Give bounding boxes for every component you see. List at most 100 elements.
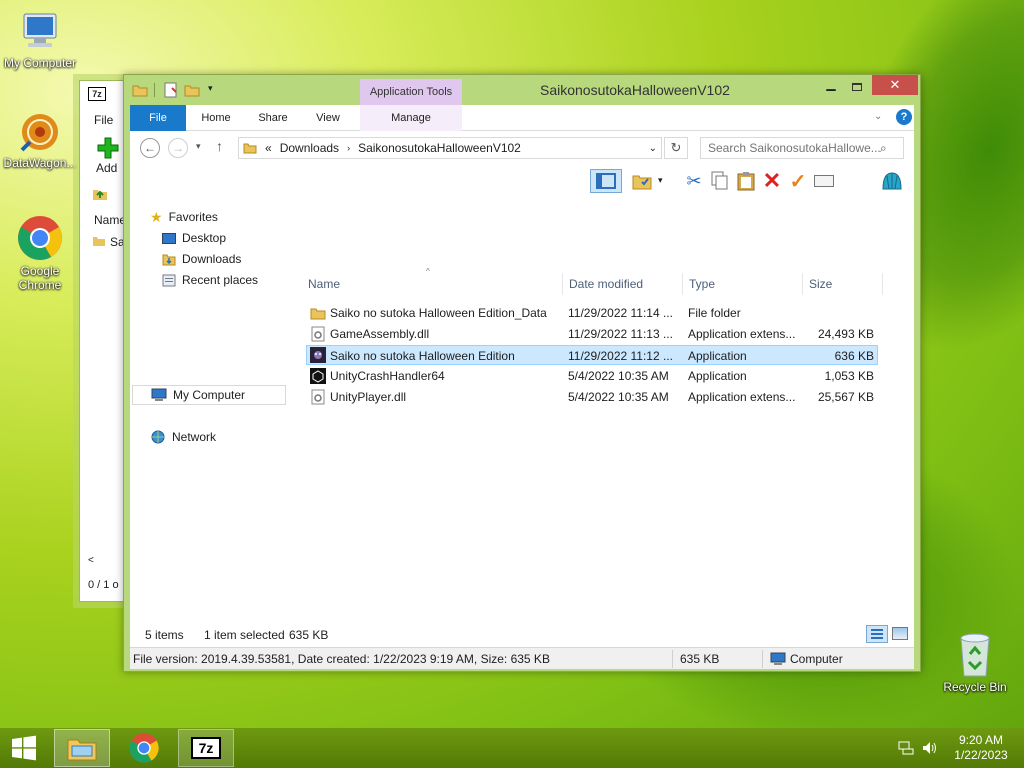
desktop-icon [162, 232, 176, 244]
nav-desktop[interactable]: Desktop [162, 228, 226, 248]
search-icon[interactable]: ⌕ [880, 141, 887, 156]
taskbar-7zip[interactable]: 7z [178, 729, 234, 767]
paste-icon [737, 172, 755, 191]
location-readout: Computer [790, 652, 843, 666]
column-divider [802, 273, 803, 295]
network-tray-icon[interactable] [898, 741, 914, 755]
delete-button[interactable]: ✕ [760, 168, 784, 193]
new-folder-icon[interactable] [184, 83, 200, 97]
file-date: 11/29/2022 11:13 ... [568, 327, 673, 341]
folder-options-button[interactable] [630, 169, 654, 193]
file-row[interactable]: UnityPlayer.dll 5/4/2022 10:35 AM Applic… [306, 387, 878, 407]
status-bar: 5 items 1 item selected 635 KB [130, 623, 914, 647]
recent-places-icon [162, 274, 176, 287]
forward-button[interactable]: → [168, 138, 188, 158]
apply-button[interactable]: ✓ [786, 169, 810, 193]
file-details-bar: File version: 2019.4.39.53581, Date crea… [130, 647, 914, 669]
file-details-text: File version: 2019.4.39.53581, Date crea… [133, 652, 550, 666]
nav-recent-places[interactable]: Recent places [162, 270, 258, 290]
desktop-icon-recycle-bin[interactable]: Recycle Bin [935, 630, 1015, 694]
tab-file[interactable]: File [130, 105, 186, 131]
desktop-icon-datawagon[interactable]: DataWagon... [0, 110, 80, 170]
tab-manage[interactable]: Manage [360, 105, 462, 131]
ribbon-expand-icon[interactable]: ⌄ [874, 111, 882, 122]
search-box[interactable]: ⌕ [700, 137, 904, 159]
minimize-button[interactable]: ▁ [818, 77, 844, 97]
file-date: 11/29/2022 11:14 ... [568, 306, 673, 320]
network-icon [151, 430, 165, 444]
breadcrumb-current[interactable]: SaikonosutokaHalloweenV102 [358, 141, 521, 155]
details-view-button[interactable] [866, 625, 888, 643]
sevenzip-window[interactable]: 7z File Add Name Sa < 0 / 1 o [79, 80, 129, 602]
add-icon[interactable] [97, 137, 119, 159]
volume-tray-icon[interactable] [922, 741, 938, 755]
tab-view[interactable]: View [302, 105, 354, 131]
desktop-icon-google-chrome[interactable]: Google Chrome [0, 214, 80, 292]
file-type: Application extens... [688, 390, 796, 404]
taskbar-chrome[interactable] [116, 729, 172, 767]
copy-button[interactable] [708, 169, 732, 193]
search-input[interactable] [708, 141, 880, 155]
preview-pane-button[interactable] [590, 169, 622, 193]
column-header-name[interactable]: Name [308, 277, 340, 291]
star-icon: ★ [150, 208, 163, 225]
sevenzip-scroll-left[interactable]: < [88, 555, 102, 569]
properties-icon[interactable] [164, 82, 178, 98]
address-overflow[interactable]: « [265, 141, 272, 155]
qat-dropdown-icon[interactable]: ▾ [208, 83, 213, 94]
file-row[interactable]: UnityCrashHandler64 5/4/2022 10:35 AM Ap… [306, 366, 878, 386]
desktop-icon-label: DataWagon... [3, 156, 77, 170]
nav-downloads[interactable]: Downloads [162, 249, 241, 269]
item-count: 5 items [145, 628, 184, 642]
rename-button[interactable] [812, 169, 836, 193]
column-header-date[interactable]: Date modified [569, 277, 643, 291]
desktop-icon-my-computer[interactable]: My Computer [0, 10, 80, 70]
maximize-button[interactable] [844, 77, 870, 97]
clock[interactable]: 9:20 AM 1/22/2023 [948, 733, 1014, 763]
dropdown-icon[interactable]: ▾ [658, 175, 663, 186]
sevenzip-menu-file[interactable]: File [94, 113, 113, 127]
nav-label: Network [172, 430, 217, 444]
address-bar[interactable]: « Downloads › SaikonosutokaHalloweenV102… [238, 137, 662, 159]
file-row-selected[interactable]: Saiko no sutoka Halloween Edition 11/29/… [306, 345, 878, 365]
cut-button[interactable]: ✂ [682, 169, 706, 193]
nav-favorites[interactable]: ★ Favorites [150, 207, 218, 227]
column-divider [562, 273, 563, 295]
start-button[interactable] [0, 729, 48, 767]
address-dropdown-icon[interactable]: ⌄ [649, 143, 657, 154]
copy-icon [711, 171, 728, 190]
tab-home[interactable]: Home [190, 105, 242, 131]
help-icon[interactable]: ? [896, 109, 912, 125]
file-row[interactable]: Saiko no sutoka Halloween Edition_Data 1… [306, 303, 878, 323]
title-bar[interactable]: ▾ Application Tools SaikonosutokaHallowe… [124, 75, 920, 105]
close-button[interactable]: ✕ [872, 75, 918, 95]
file-type: Application [688, 369, 747, 383]
file-row[interactable]: GameAssembly.dll 11/29/2022 11:13 ... Ap… [306, 324, 878, 344]
file-name: Saiko no sutoka Halloween Edition_Data [330, 306, 547, 320]
large-icons-view-button[interactable] [892, 627, 908, 640]
content-area: ★ Favorites Desktop Downloads Recent plac… [130, 197, 914, 625]
nav-network[interactable]: Network [150, 427, 216, 447]
folder-icon [243, 143, 257, 154]
paste-button[interactable] [734, 169, 758, 193]
clock-date: 1/22/2023 [954, 748, 1008, 762]
sevenzip-column-name[interactable]: Name [94, 213, 126, 227]
column-header-size[interactable]: Size [809, 277, 832, 291]
refresh-button[interactable]: ↻ [664, 137, 688, 159]
breadcrumb-downloads[interactable]: Downloads [280, 141, 339, 155]
tab-share[interactable]: Share [246, 105, 300, 131]
column-header-type[interactable]: Type [689, 277, 715, 291]
up-button[interactable]: ↑ [216, 138, 223, 154]
details-divider [762, 650, 763, 668]
taskbar-explorer[interactable] [54, 729, 110, 767]
recent-locations-icon[interactable]: ▾ [196, 141, 201, 152]
back-button[interactable]: ← [140, 138, 160, 158]
sevenzip-add-label[interactable]: Add [96, 161, 117, 175]
folder-up-icon[interactable] [92, 187, 108, 201]
computer-icon [151, 388, 167, 401]
nav-my-computer[interactable]: My Computer [132, 385, 286, 405]
taskbar: 7z 9:20 AM 1/22/2023 [0, 728, 1024, 768]
shell-button[interactable] [880, 169, 904, 193]
file-size-readout: 635 KB [680, 652, 720, 666]
explorer-window[interactable]: ▾ Application Tools SaikonosutokaHallowe… [123, 74, 921, 672]
